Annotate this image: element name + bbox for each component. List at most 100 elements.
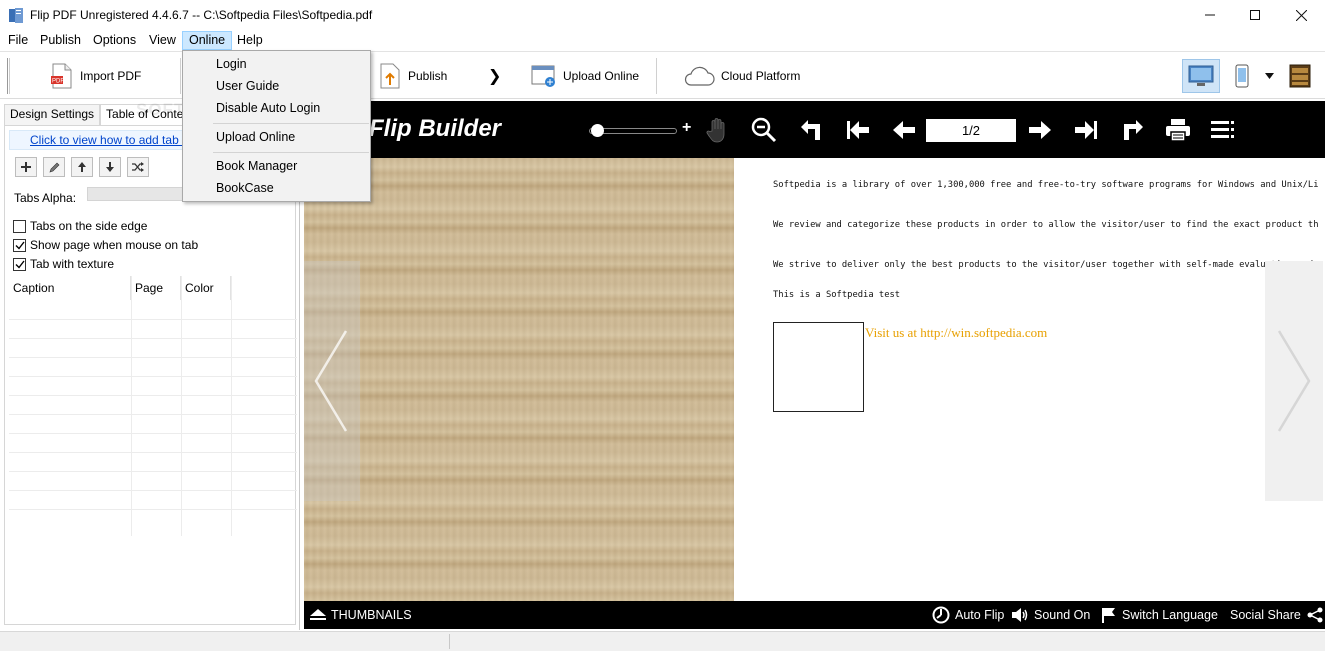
table-of-contents-button[interactable] — [1208, 116, 1236, 144]
bookcase-view-button[interactable] — [1283, 59, 1317, 93]
zoom-out-icon — [751, 117, 777, 143]
arrow-down-icon — [106, 162, 114, 172]
shuffle-icon — [132, 162, 144, 172]
column-caption[interactable]: Caption — [9, 276, 131, 300]
next-page-button[interactable] — [1026, 116, 1054, 144]
maximize-button[interactable] — [1232, 0, 1278, 30]
import-pdf-button[interactable]: PDF Import PDF — [50, 61, 141, 91]
print-button[interactable] — [1164, 116, 1192, 144]
how-to-add-tab-link[interactable]: Click to view how to add tab to — [9, 130, 193, 150]
checkbox-box[interactable] — [13, 238, 26, 252]
menu-item-upload-online[interactable]: Upload Online — [216, 127, 295, 147]
book-bottom-bar: THUMBNAILS Auto Flip Sound On Switch Lan… — [304, 601, 1325, 629]
column-page[interactable]: Page — [131, 276, 181, 300]
previous-page-button[interactable] — [890, 116, 918, 144]
arrow-right-icon — [1029, 121, 1051, 139]
cloud-platform-button[interactable]: Cloud Platform — [683, 61, 800, 91]
view-dropdown-button[interactable] — [1258, 59, 1280, 93]
publish-button[interactable]: Publish — [378, 61, 447, 91]
grid-line — [131, 276, 132, 536]
menu-item-book-manager[interactable]: Book Manager — [216, 156, 297, 176]
grid-line — [9, 490, 297, 491]
checkbox-tabs-side-edge[interactable]: Tabs on the side edge — [13, 218, 147, 234]
softpedia-link[interactable]: Visit us at http://win.softpedia.com — [865, 325, 1047, 341]
monitor-icon — [1188, 65, 1214, 86]
menu-help[interactable]: Help — [231, 31, 269, 50]
menu-view[interactable]: View — [143, 31, 182, 50]
menu-item-bookcase[interactable]: BookCase — [216, 178, 274, 198]
page-number-input[interactable]: 1/2 — [926, 119, 1016, 142]
switch-language-button[interactable]: Switch Language — [1101, 601, 1218, 629]
checkbox-show-page-on-tab[interactable]: Show page when mouse on tab — [13, 237, 198, 253]
hand-tool-button[interactable] — [704, 116, 732, 144]
menu-file[interactable]: File — [2, 31, 34, 50]
grid-line — [181, 276, 182, 536]
menu-options[interactable]: Options — [87, 31, 142, 50]
menu-item-disable-auto-login[interactable]: Disable Auto Login — [216, 98, 320, 118]
speaker-icon — [1012, 608, 1028, 622]
edit-tab-button[interactable] — [43, 157, 65, 177]
undo-button[interactable] — [798, 116, 826, 144]
arrow-left-icon — [893, 121, 915, 139]
tab-design-settings[interactable]: Design Settings — [4, 104, 101, 125]
grid-line — [9, 433, 297, 434]
close-button[interactable] — [1278, 0, 1324, 30]
first-page-button[interactable] — [844, 116, 872, 144]
undo-arrow-icon — [801, 120, 820, 140]
menu-publish[interactable]: Publish — [34, 31, 87, 50]
zoom-slider-knob[interactable] — [591, 124, 604, 137]
minimize-button[interactable] — [1187, 0, 1233, 30]
menu-item-login[interactable]: Login — [216, 54, 247, 74]
checkbox-box[interactable] — [13, 219, 26, 233]
toolbar-separator — [656, 58, 657, 94]
zoom-plus-icon[interactable]: + — [682, 119, 691, 137]
grid-line — [9, 414, 297, 415]
brand-title: Flip Builder — [369, 115, 501, 142]
thumbnails-label: THUMBNAILS — [331, 608, 412, 622]
plus-icon — [21, 162, 31, 172]
auto-flip-button[interactable]: Auto Flip — [932, 601, 1004, 629]
social-share-label: Social Share — [1230, 608, 1301, 622]
move-up-button[interactable] — [71, 157, 93, 177]
checkbox-tab-texture[interactable]: Tab with texture — [13, 256, 114, 272]
redo-arrow-icon — [1124, 120, 1143, 140]
checkbox-box[interactable] — [13, 257, 26, 271]
toc-tool-row — [15, 157, 149, 177]
hand-icon — [706, 118, 725, 143]
page-text-line: We review and categorize these products … — [773, 220, 1319, 230]
desktop-view-button[interactable] — [1182, 59, 1220, 93]
svg-text:PDF: PDF — [52, 79, 64, 85]
tabs-alpha-slider[interactable] — [87, 187, 187, 201]
add-tab-button[interactable] — [15, 157, 37, 177]
thumbnails-button[interactable]: THUMBNAILS — [310, 601, 412, 629]
online-dropdown-menu: Login User Guide Disable Auto Login Uplo… — [182, 50, 371, 202]
menu-bar: File Publish Options View Online Help — [0, 30, 1325, 50]
social-share-button[interactable]: Social Share — [1230, 601, 1325, 629]
grid-line — [9, 471, 297, 472]
maximize-icon — [1250, 10, 1260, 20]
app-icon — [9, 8, 23, 23]
redo-button[interactable] — [1118, 116, 1146, 144]
mobile-view-button[interactable] — [1223, 59, 1261, 93]
upload-online-label: Upload Online — [563, 69, 640, 83]
sound-toggle-button[interactable]: Sound On — [1011, 601, 1090, 629]
grid-line — [9, 357, 297, 358]
menu-item-user-guide[interactable]: User Guide — [216, 76, 279, 96]
shuffle-button[interactable] — [127, 157, 149, 177]
column-color[interactable]: Color — [181, 276, 231, 300]
next-page-area[interactable] — [1265, 261, 1323, 501]
upload-online-button[interactable]: Upload Online — [531, 61, 639, 91]
last-page-icon — [1075, 121, 1097, 139]
zoom-out-button[interactable] — [750, 116, 778, 144]
window-title: Flip PDF Unregistered 4.4.6.7 -- C:\Soft… — [30, 8, 373, 22]
move-down-button[interactable] — [99, 157, 121, 177]
switch-language-label: Switch Language — [1122, 608, 1218, 622]
previous-page-area[interactable] — [304, 261, 360, 501]
menu-online[interactable]: Online — [182, 31, 233, 50]
sound-on-label: Sound On — [1034, 608, 1091, 622]
chevron-right-icon — [1277, 330, 1311, 432]
chevron-left-icon — [314, 330, 348, 432]
last-page-button[interactable] — [1072, 116, 1100, 144]
page-text-line: Softpedia is a library of over 1,300,000… — [773, 180, 1319, 190]
menu-separator — [213, 123, 369, 124]
